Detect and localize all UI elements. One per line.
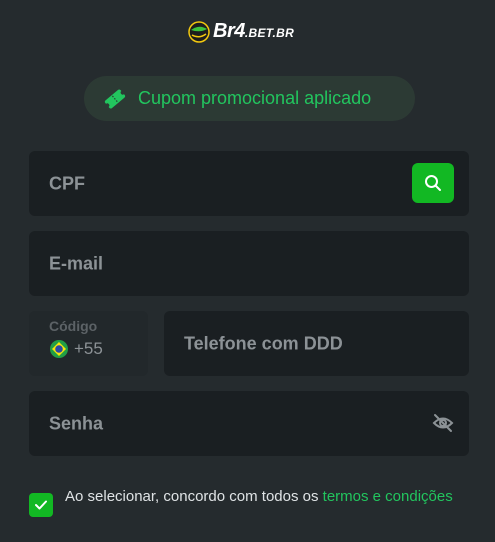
password-field[interactable]: Senha [29,391,469,456]
terms-link[interactable]: termos e condições [323,488,453,505]
search-icon [425,175,441,191]
brazil-flag-icon [50,340,68,358]
phone-label: Telefone com DDD [184,333,343,353]
promo-badge: Cupom promocional aplicado [84,76,415,121]
phone-field[interactable]: Telefone com DDD [164,311,469,376]
cpf-label: CPF [49,173,85,193]
ticket-icon [104,89,126,108]
terms-text: Ao selecionar, concordo com todos os ter… [65,488,453,505]
ball-icon [188,20,210,43]
brand-logo: Br4.BET.BR [188,20,294,43]
logo-text: Br4.BET.BR [213,20,295,42]
check-icon [35,500,47,510]
email-label: E-mail [49,253,104,273]
promo-text: Cupom promocional aplicado [138,88,372,108]
terms-consent: Ao selecionar, concordo com todos os ter… [29,486,469,517]
country-code-select[interactable]: Código +55 [29,311,148,376]
password-label: Senha [49,413,104,433]
code-value: +55 [49,339,103,359]
email-field[interactable]: E-mail [29,231,469,296]
search-button[interactable] [412,163,454,203]
cpf-field[interactable]: CPF [29,151,469,216]
code-label: Código [49,318,98,334]
terms-checkbox[interactable] [29,493,53,517]
eye-off-icon[interactable] [432,413,454,433]
